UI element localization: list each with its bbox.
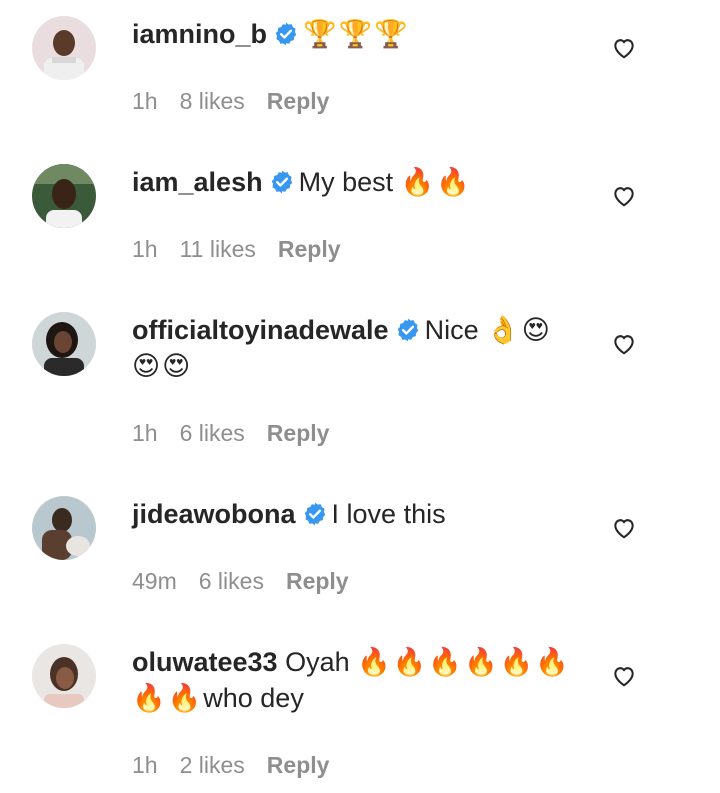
verified-badge-icon: [302, 501, 328, 527]
verified-badge-icon: [269, 169, 295, 195]
heart-outline-icon[interactable]: [611, 183, 637, 209]
reply-button[interactable]: Reply: [267, 88, 330, 114]
avatar[interactable]: [32, 16, 96, 80]
comment-time: 1h: [132, 420, 158, 446]
comment-text: jideawobona I love this: [132, 496, 582, 532]
heart-outline-icon[interactable]: [611, 663, 637, 689]
comment-emojis-line2: 😍😍: [132, 351, 193, 381]
comment-message: I love this: [331, 499, 446, 529]
avatar[interactable]: [32, 496, 96, 560]
comment-text: iam_alesh My best 🔥🔥: [132, 164, 582, 200]
comment-likes[interactable]: 6 likes: [199, 568, 264, 594]
comment-emojis: 🔥🔥: [400, 167, 472, 197]
avatar-image: [32, 496, 96, 560]
verified-badge-icon: [395, 317, 421, 343]
avatar-image: [32, 16, 96, 80]
avatar[interactable]: [32, 312, 96, 376]
comment-likes[interactable]: 2 likes: [180, 752, 245, 778]
avatar-image: [32, 164, 96, 228]
comment-likes[interactable]: 6 likes: [180, 420, 245, 446]
comment-text: iamnino_b 🏆🏆🏆: [132, 16, 582, 52]
username[interactable]: iamnino_b: [132, 19, 267, 49]
username[interactable]: jideawobona: [132, 499, 296, 529]
avatar[interactable]: [32, 164, 96, 228]
avatar-image: [32, 644, 96, 708]
avatar-image: [32, 312, 96, 376]
comment-likes[interactable]: 11 likes: [180, 236, 256, 262]
comment-emojis: 👌😍: [486, 315, 552, 345]
reply-button[interactable]: Reply: [286, 568, 349, 594]
comment-message: Oyah: [285, 647, 358, 677]
comment-meta: 1h 11 likes Reply: [132, 234, 363, 264]
avatar[interactable]: [32, 644, 96, 708]
reply-button[interactable]: Reply: [267, 752, 330, 778]
reply-button[interactable]: Reply: [278, 236, 341, 262]
comment-meta: 1h 2 likes Reply: [132, 750, 351, 780]
comment-time: 1h: [132, 236, 158, 262]
comment-likes[interactable]: 8 likes: [180, 88, 245, 114]
heart-outline-icon[interactable]: [611, 515, 637, 541]
comment-meta: 49m 6 likes Reply: [132, 566, 371, 596]
comment-text: officialtoyinadewale Nice 👌😍 😍😍: [132, 312, 582, 384]
comment-message: Nice: [424, 315, 487, 345]
username[interactable]: officialtoyinadewale: [132, 315, 389, 345]
comment-message: My best: [298, 167, 401, 197]
username[interactable]: iam_alesh: [132, 167, 263, 197]
verified-badge-icon: [273, 21, 299, 47]
heart-outline-icon[interactable]: [611, 35, 637, 61]
comment-time: 1h: [132, 752, 158, 778]
comment-meta: 1h 6 likes Reply: [132, 418, 351, 448]
reply-button[interactable]: Reply: [267, 420, 330, 446]
username[interactable]: oluwatee33: [132, 647, 278, 677]
comment-time: 1h: [132, 88, 158, 114]
comment-meta: 1h 8 likes Reply: [132, 86, 351, 116]
heart-outline-icon[interactable]: [611, 331, 637, 357]
comment-emojis: 🏆🏆🏆: [303, 19, 410, 49]
comment-time: 49m: [132, 568, 177, 594]
comment-text: oluwatee33 Oyah 🔥🔥🔥🔥🔥🔥 🔥🔥who dey: [132, 644, 582, 716]
comment-message-line2: who dey: [203, 683, 304, 713]
comment-emojis: 🔥🔥🔥🔥🔥🔥: [357, 647, 571, 677]
comment-emojis-line2: 🔥🔥: [132, 683, 204, 713]
